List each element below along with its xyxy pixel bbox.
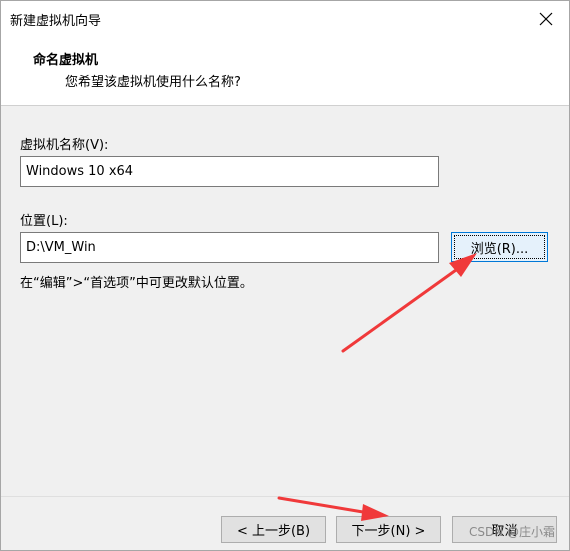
- wizard-footer: < 上一步(B) 下一步(N) > 取消: [1, 496, 569, 550]
- cancel-button[interactable]: 取消: [452, 516, 557, 543]
- location-hint: 在“编辑”>“首选项”中可更改默认位置。: [20, 276, 253, 291]
- new-vm-wizard-window: 新建虚拟机向导 命名虚拟机 您希望该虚拟机使用什么名称? 虚拟机名称(V): 位…: [0, 0, 570, 551]
- browse-button[interactable]: 浏览(R)...: [451, 232, 548, 262]
- wizard-body: 虚拟机名称(V): 位置(L): 浏览(R)... 在“编辑”>“首选项”中可更…: [1, 106, 569, 496]
- back-button[interactable]: < 上一步(B): [221, 516, 326, 543]
- page-subtitle: 您希望该虚拟机使用什么名称?: [65, 75, 241, 90]
- location-input[interactable]: [20, 232, 439, 263]
- location-label: 位置(L):: [20, 214, 68, 229]
- wizard-header: 命名虚拟机 您希望该虚拟机使用什么名称?: [1, 37, 569, 106]
- window-title: 新建虚拟机向导: [10, 14, 102, 29]
- next-button[interactable]: 下一步(N) >: [336, 516, 441, 543]
- close-icon: [539, 12, 553, 26]
- title-bar: 新建虚拟机向导: [1, 1, 569, 37]
- page-title: 命名虚拟机: [33, 53, 99, 68]
- vm-name-input[interactable]: [20, 156, 439, 187]
- vm-name-label: 虚拟机名称(V):: [20, 138, 109, 153]
- close-button[interactable]: [523, 1, 569, 37]
